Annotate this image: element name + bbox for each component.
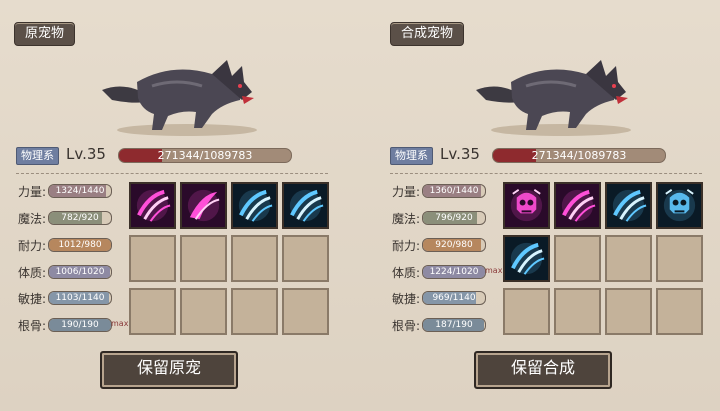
blue-claw-skill-icon[interactable] [231,182,278,229]
divider [16,173,328,174]
stat-bar: 1103/1140 [48,291,112,305]
stat-value: 190/190 [61,320,99,330]
stat-bar: 920/980 [422,238,486,252]
stat-value: 1012/980 [58,240,102,250]
empty-skill-slot[interactable] [231,288,278,335]
stat-value: 969/1140 [432,293,476,303]
wolf-pet-image [476,60,631,136]
stat-label: 体质: [392,266,421,280]
stat-value: 1360/1440 [429,186,479,196]
keep-original-button[interactable]: 保留原宠 [100,351,238,389]
hp-bar: 271344/1089783 [118,148,292,163]
empty-skill-slot[interactable] [282,235,329,282]
hp-bar: 271344/1089783 [492,148,666,163]
fused-pet-tag: 合成宠物 [390,22,465,46]
stat-bar: 1006/1020 [48,265,112,279]
empty-skill-slot[interactable] [656,288,703,335]
pink-claw-skill-icon[interactable] [554,182,601,229]
stat-value: 920/980 [435,240,473,250]
stat-value: 796/920 [435,213,473,223]
stat-label: 魔法: [18,212,47,226]
blue-claw-skill-icon[interactable] [282,182,329,229]
stat-label: 体质: [18,266,47,280]
original-pet-tag: 原宠物 [14,22,76,46]
empty-skill-slot[interactable] [656,235,703,282]
max-marker: max [485,266,503,275]
empty-skill-slot[interactable] [503,288,550,335]
stat-label: 魔法: [392,212,421,226]
empty-skill-slot[interactable] [129,288,176,335]
stat-label: 根骨: [18,319,47,333]
blue-claw-skill-icon[interactable] [605,182,652,229]
stat-bar: 969/1140 [422,291,486,305]
stat-value: 187/190 [435,320,473,330]
original-pet-panel: 原宠物 物理系 Lv.35 271344/1089783 力量: 1324/144… [0,0,360,411]
empty-skill-slot[interactable] [554,288,601,335]
stat-bar: 1324/1440 [48,184,112,198]
pink-slash-skill-icon[interactable] [180,182,227,229]
stat-value: 1224/1020 [429,267,479,277]
element-badge: 物理系 [16,147,59,165]
stat-value: 1006/1020 [55,267,105,277]
fused-pet-panel: 合成宠物 物理系 Lv.35 271344/1089783 力量: 1360/14… [374,0,720,411]
stat-label: 力量: [392,185,421,199]
pink-claw-skill-icon[interactable] [129,182,176,229]
level-text: Lv.35 [66,145,106,163]
stat-bar: 1224/1020 [422,265,486,279]
stat-label: 敏捷: [18,292,47,306]
stat-bar: 1012/980 [48,238,112,252]
stat-bar: 782/920 [48,211,112,225]
divider [390,173,702,174]
wolf-pet-image [102,60,257,136]
stat-bar: 187/190 [422,318,486,332]
empty-skill-slot[interactable] [180,288,227,335]
stat-label: 耐力: [392,239,421,253]
empty-skill-slot[interactable] [129,235,176,282]
stat-label: 敏捷: [392,292,421,306]
stat-bar: 1360/1440 [422,184,486,198]
pink-skull-skill-icon[interactable] [503,182,550,229]
level-text: Lv.35 [440,145,480,163]
keep-fused-button[interactable]: 保留合成 [474,351,612,389]
empty-skill-slot[interactable] [282,288,329,335]
blue-claw-skill-icon[interactable] [503,235,550,282]
hp-text: 271344/1089783 [157,149,253,162]
empty-skill-slot[interactable] [554,235,601,282]
element-badge: 物理系 [390,147,433,165]
hp-text: 271344/1089783 [531,149,627,162]
stat-value: 782/920 [61,213,99,223]
stat-bar: 190/190 [48,318,112,332]
stat-bar: 796/920 [422,211,486,225]
stat-label: 根骨: [392,319,421,333]
empty-skill-slot[interactable] [605,288,652,335]
max-marker: max [111,319,129,328]
stat-label: 力量: [18,185,47,199]
stat-label: 耐力: [18,239,47,253]
stat-value: 1103/1140 [55,293,105,303]
empty-skill-slot[interactable] [605,235,652,282]
blue-skull-skill-icon[interactable] [656,182,703,229]
empty-skill-slot[interactable] [231,235,278,282]
pet-compare-screen: { "left": { "tag": "原宠物", "element": "物理… [0,0,720,411]
empty-skill-slot[interactable] [180,235,227,282]
stat-value: 1324/1440 [55,186,105,196]
